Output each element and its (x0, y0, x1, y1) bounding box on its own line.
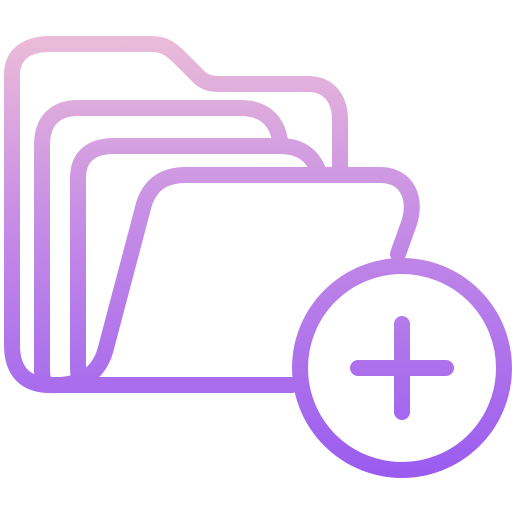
add-folder-icon-graphic (4, 36, 512, 478)
add-folder-icon (0, 0, 512, 512)
back-folder-icon (4, 36, 348, 393)
plus-icon (350, 316, 454, 420)
